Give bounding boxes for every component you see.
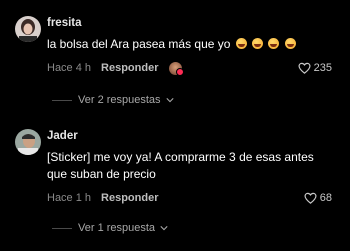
like-button[interactable]: 235 <box>298 60 332 76</box>
divider-line <box>52 227 72 229</box>
comment-text: [Sticker] me voy ya! A comprarme 3 de es… <box>47 150 314 181</box>
avatar-image <box>15 16 41 42</box>
chevron-down-icon <box>160 226 168 231</box>
comment-meta: Hace 1 h Responder <box>47 190 159 206</box>
comment-item: fresita la bolsa del Ara pasea más que y… <box>0 0 350 120</box>
like-count: 68 <box>319 192 332 204</box>
laughing-face-emoji-icon <box>235 38 247 49</box>
view-replies-label: Ver 2 respuestas <box>78 94 161 106</box>
comment-username[interactable]: fresita <box>47 17 82 29</box>
comment-timestamp: Hace 4 h <box>47 62 92 74</box>
chevron-down-icon <box>165 98 174 103</box>
view-replies-label: Ver 1 respuesta <box>78 222 156 234</box>
reply-button[interactable]: Responder <box>101 192 158 204</box>
avatar[interactable] <box>15 129 41 155</box>
comment-text: la bolsa del Ara pasea más que yo <box>47 36 337 53</box>
comment-username[interactable]: Jader <box>47 130 78 142</box>
reply-button[interactable]: Responder <box>101 62 158 74</box>
comment-text-content: la bolsa del Ara pasea más que yo <box>47 37 231 51</box>
heart-icon <box>298 62 311 74</box>
creator-liked-avatar-icon <box>168 61 184 76</box>
like-button[interactable]: 68 <box>304 190 332 206</box>
divider-line <box>52 99 72 101</box>
avatar-image <box>15 129 41 155</box>
comment-meta: Hace 4 h Responder <box>47 60 184 76</box>
heart-icon <box>304 192 317 204</box>
laughing-face-emoji-icon <box>268 38 280 49</box>
laughing-face-emoji-icon <box>284 38 296 49</box>
comment-item: Jader [Sticker] me voy ya! A comprarme 3… <box>0 120 350 251</box>
view-replies-button[interactable]: Ver 1 respuesta <box>52 221 168 235</box>
comment-timestamp: Hace 1 h <box>47 192 92 204</box>
laughing-face-emoji-icon <box>252 38 264 49</box>
avatar[interactable] <box>15 16 41 42</box>
view-replies-button[interactable]: Ver 2 respuestas <box>52 93 174 107</box>
like-count: 235 <box>313 62 332 74</box>
